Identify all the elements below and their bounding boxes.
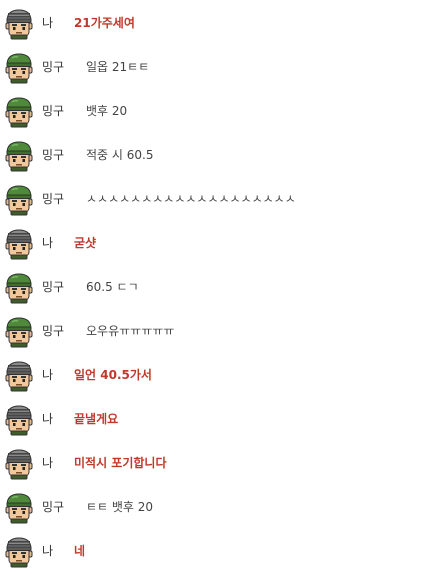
message-text: 뱃후 20	[86, 104, 128, 118]
message-text: 일언 40.5가서	[74, 368, 152, 382]
speaker-name: 밍구	[42, 192, 65, 206]
speaker-name: 밍구	[42, 324, 65, 338]
chat-message: 밍구 ㅅㅅㅅㅅㅅㅅㅅㅅㅅㅅㅅㅅㅅㅅㅅㅅㅅㅅㅅ	[0, 181, 448, 225]
chat-message: 나 미적시 포기합니다	[0, 445, 448, 489]
chat-message: 나 끝낼게요	[0, 401, 448, 445]
speaker-name: 밍구	[42, 280, 65, 294]
speaker-name: 나	[42, 236, 54, 250]
speaker-name: 밍구	[42, 104, 65, 118]
speaker-name: 나	[42, 456, 54, 470]
chat-message: 밍구 오우유ㅠㅠㅠㅠㅠ	[0, 313, 448, 357]
gray-helmet-soldier-icon	[4, 404, 34, 436]
speaker-name: 밍구	[42, 500, 65, 514]
green-helmet-soldier-icon	[4, 492, 34, 524]
chat-message: 밍구 일옵 21ㅌㅌ	[0, 49, 448, 93]
message-text: 굳샷	[74, 236, 97, 250]
message-text: ㅅㅅㅅㅅㅅㅅㅅㅅㅅㅅㅅㅅㅅㅅㅅㅅㅅㅅㅅ	[86, 192, 296, 206]
message-text: 끝낼게요	[74, 412, 119, 426]
chat-log: 나 21가주세여 밍구 일옵 21ㅌㅌ 밍구 뱃후 20 밍구 적중 시 60.…	[0, 0, 448, 572]
gray-helmet-soldier-icon	[4, 8, 34, 40]
speaker-name: 나	[42, 16, 54, 30]
message-text: 60.5 ㄷㄱ	[86, 280, 139, 294]
gray-helmet-soldier-icon	[4, 536, 34, 568]
green-helmet-soldier-icon	[4, 316, 34, 348]
green-helmet-soldier-icon	[4, 184, 34, 216]
green-helmet-soldier-icon	[4, 52, 34, 84]
message-text: 미적시 포기합니다	[74, 456, 167, 470]
chat-message: 나 네	[0, 533, 448, 577]
gray-helmet-soldier-icon	[4, 360, 34, 392]
chat-message: 밍구 60.5 ㄷㄱ	[0, 269, 448, 313]
chat-message: 밍구 뱃후 20	[0, 93, 448, 137]
gray-helmet-soldier-icon	[4, 448, 34, 480]
green-helmet-soldier-icon	[4, 272, 34, 304]
message-text: 네	[74, 544, 86, 558]
speaker-name: 나	[42, 544, 54, 558]
chat-message: 나 일언 40.5가서	[0, 357, 448, 401]
message-text: 오우유ㅠㅠㅠㅠㅠ	[86, 324, 175, 338]
chat-message: 나 21가주세여	[0, 5, 448, 49]
speaker-name: 밍구	[42, 148, 65, 162]
green-helmet-soldier-icon	[4, 96, 34, 128]
speaker-name: 밍구	[42, 60, 65, 74]
chat-message: 밍구 ㅌㅌ 뱃후 20	[0, 489, 448, 533]
message-text: 21가주세여	[74, 16, 135, 30]
speaker-name: 나	[42, 412, 54, 426]
message-text: 적중 시 60.5	[86, 148, 154, 162]
message-text: ㅌㅌ 뱃후 20	[86, 500, 154, 514]
gray-helmet-soldier-icon	[4, 228, 34, 260]
message-text: 일옵 21ㅌㅌ	[86, 60, 150, 74]
chat-message: 밍구 적중 시 60.5	[0, 137, 448, 181]
speaker-name: 나	[42, 368, 54, 382]
chat-message: 나 굳샷	[0, 225, 448, 269]
green-helmet-soldier-icon	[4, 140, 34, 172]
